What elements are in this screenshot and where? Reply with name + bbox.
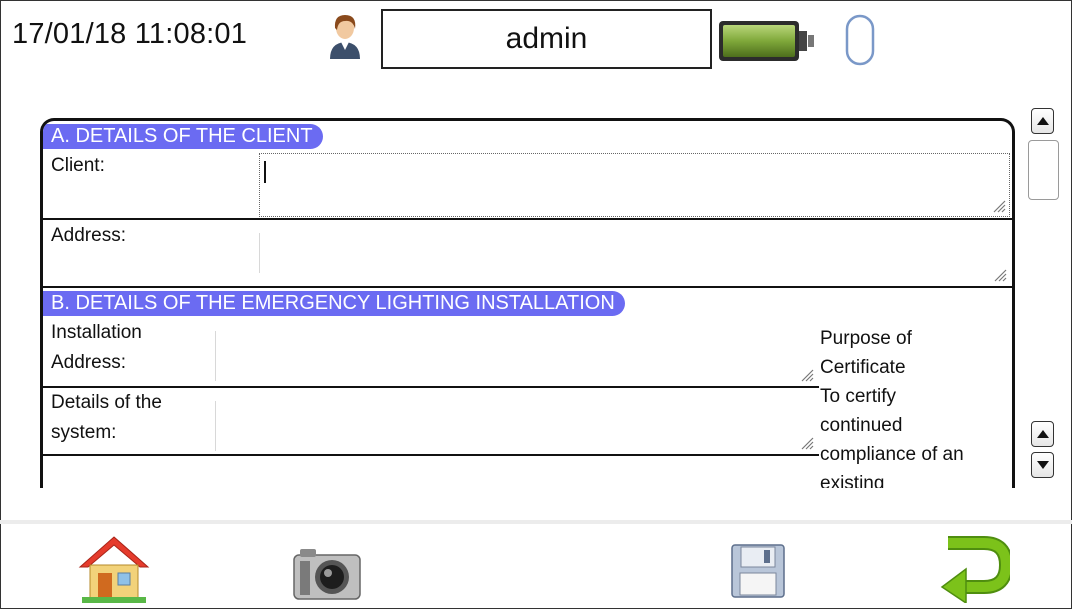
arrow-up-icon xyxy=(1036,430,1049,438)
field-scroll-up-button[interactable] xyxy=(1031,421,1054,447)
divider xyxy=(43,454,819,456)
current-user-label: admin xyxy=(505,22,588,55)
text-line: continued xyxy=(820,415,903,436)
arrow-up-icon xyxy=(1036,117,1049,125)
resize-grip-icon[interactable] xyxy=(801,369,814,382)
return-icon[interactable] xyxy=(940,535,1010,603)
home-icon[interactable] xyxy=(78,535,150,605)
text-caret xyxy=(264,161,266,183)
text-line: Purpose of xyxy=(820,328,912,349)
resize-grip-icon[interactable] xyxy=(994,269,1007,282)
connection-status-icon xyxy=(845,14,875,66)
label-line: system: xyxy=(51,422,117,443)
installation-address-input[interactable] xyxy=(215,321,817,385)
resize-grip-icon[interactable] xyxy=(993,200,1006,213)
text-line: existing xyxy=(820,473,885,488)
divider xyxy=(43,286,1012,288)
address-label: Address: xyxy=(51,225,126,246)
save-icon[interactable] xyxy=(730,543,786,599)
current-user-field: admin xyxy=(381,9,712,69)
divider xyxy=(43,218,1012,220)
client-input[interactable] xyxy=(259,153,1010,217)
details-system-input[interactable] xyxy=(215,389,817,453)
user-avatar-icon xyxy=(330,15,360,59)
address-input[interactable] xyxy=(259,221,1010,285)
form-panel: A. DETAILS OF THE CLIENT Client: Address… xyxy=(40,118,1015,488)
arrow-down-icon xyxy=(1036,461,1049,469)
section-a-header: A. DETAILS OF THE CLIENT xyxy=(43,124,323,149)
label-line: Installation xyxy=(51,322,142,343)
page-scroll-up-button[interactable] xyxy=(1031,108,1054,134)
battery-icon xyxy=(719,21,814,61)
text-line: compliance of an xyxy=(820,444,964,465)
page-scrollbar-thumb[interactable] xyxy=(1028,140,1059,200)
resize-grip-icon[interactable] xyxy=(801,437,814,450)
details-system-label: Details of the system: xyxy=(51,388,162,448)
camera-icon[interactable] xyxy=(292,545,362,601)
purpose-of-certificate-text: Purpose of Certificate To certify contin… xyxy=(820,324,1012,488)
text-line: To certify xyxy=(820,386,897,407)
label-line: Details of the xyxy=(51,392,162,413)
client-label: Client: xyxy=(51,155,105,176)
text-line: Certificate xyxy=(820,357,906,378)
datetime-display: 17/01/18 11:08:01 xyxy=(12,18,248,50)
installation-address-label: Installation Address: xyxy=(51,318,142,378)
toolbar-divider xyxy=(0,520,1072,524)
label-line: Address: xyxy=(51,352,126,373)
section-b-header: B. DETAILS OF THE EMERGENCY LIGHTING INS… xyxy=(43,291,625,316)
field-scroll-down-button[interactable] xyxy=(1031,452,1054,478)
